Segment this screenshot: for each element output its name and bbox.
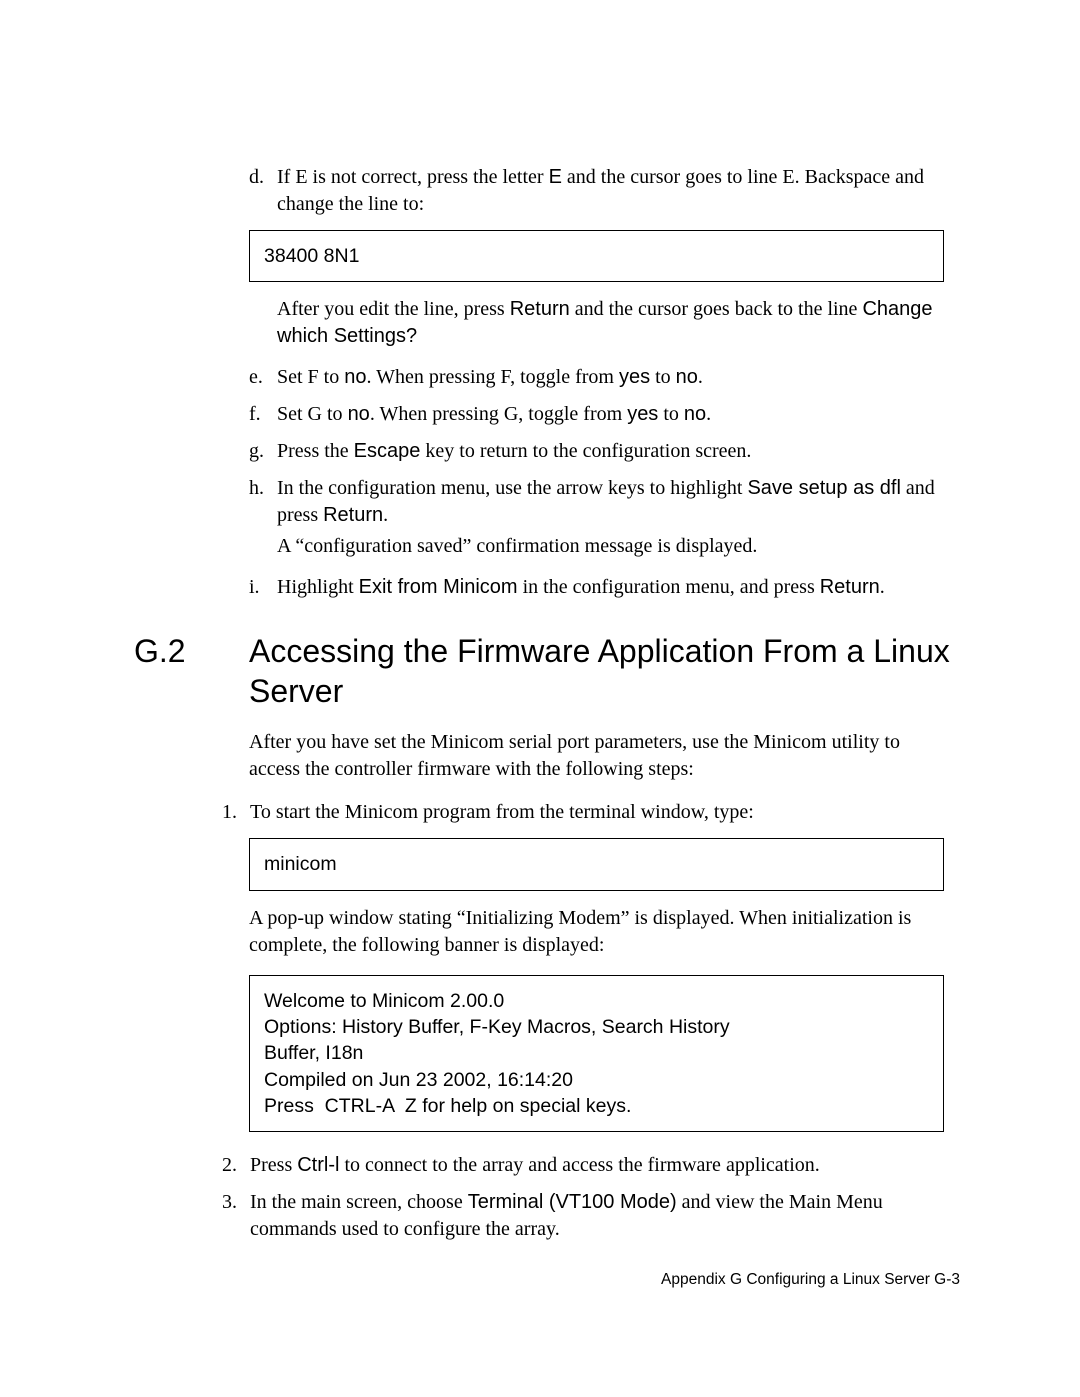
step-i-return: Return [820,576,880,598]
step-f-no2: no [684,403,706,425]
step-f-marker: f. [249,401,277,428]
num-2-ctrl: Ctrl-l [297,1154,339,1176]
step-e-marker: e. [249,364,277,391]
step-e-no1: no [344,366,366,388]
num-1-text: To start the Minicom program from the te… [250,799,944,826]
num-2-marker: 2. [222,1152,250,1179]
step-h-text: In the configuration menu, use the arrow… [277,475,944,529]
step-g-pre: Press the [277,440,354,462]
step-d-text: If E is not correct, press the letter E … [277,164,944,218]
step-i-text: Highlight Exit from Minicom in the confi… [277,574,944,601]
num-3-marker: 3. [222,1189,250,1216]
numbered-list: 1. To start the Minicom program from the… [222,799,944,1243]
step-g-marker: g. [249,438,277,465]
step-d: d. If E is not correct, press the letter… [249,164,944,218]
step-e: e. Set F to no. When pressing F, toggle … [249,364,944,391]
step-d-marker: d. [249,164,277,191]
after-edit-return: Return [510,298,570,320]
step-h-pre: In the configuration menu, use the arrow… [277,477,747,499]
page: d. If E is not correct, press the letter… [0,0,1080,1397]
after-edit-pre: After you edit the line, press [277,298,510,320]
section-body: After you have set the Minicom serial po… [249,729,944,783]
num-3: 3. In the main screen, choose Terminal (… [222,1189,944,1243]
step-i: i. Highlight Exit from Minicom in the co… [249,574,944,601]
step-f-yes: yes [627,403,658,425]
num-1-body: minicom A pop-up window stating “Initial… [249,838,944,1132]
num-2-pre: Press [250,1154,297,1176]
step-g-text: Press the Escape key to return to the co… [277,438,944,465]
step-d-block: d. If E is not correct, press the letter… [249,164,944,601]
step-e-no2: no [676,366,698,388]
step-e-end: . [698,366,703,388]
step-i-exit: Exit from Minicom [359,576,518,598]
step-e-yes: yes [619,366,650,388]
step-g-post: key to return to the configuration scree… [420,440,751,462]
step-i-marker: i. [249,574,277,601]
step-h-marker: h. [249,475,277,502]
section-title: Accessing the Firmware Application From … [249,631,954,711]
step-h-return: Return [323,504,383,526]
code-minicom: minicom [249,838,944,890]
num-3-text: In the main screen, choose Terminal (VT1… [250,1189,944,1243]
step-h-end: . [383,504,388,526]
num-2: 2. Press Ctrl-l to connect to the array … [222,1152,944,1179]
after-edit-line: After you edit the line, press Return an… [277,296,944,350]
step-f-mid: . When pressing G, toggle from [370,403,627,425]
section-heading: G.2 Accessing the Firmware Application F… [134,631,954,711]
step-i-mid: in the configuration menu, and press [518,576,820,598]
letter-E: E [549,166,562,188]
num-1: 1. To start the Minicom program from the… [222,799,944,826]
step-g-escape: Escape [354,440,421,462]
popup-para: A pop-up window stating “Initializing Mo… [249,905,944,959]
after-edit-mid: and the cursor goes back to the line [570,298,863,320]
page-content: d. If E is not correct, press the letter… [134,164,954,1253]
step-e-pre: Set F to [277,366,344,388]
num-3-term: Terminal (VT100 Mode) [468,1191,677,1213]
num-2-post: to connect to the array and access the f… [339,1154,819,1176]
step-f-to: to [658,403,684,425]
num-1-marker: 1. [222,799,250,826]
num-3-pre: In the main screen, choose [250,1191,468,1213]
step-i-end: . [880,576,885,598]
page-footer: Appendix G Configuring a Linux Server G-… [0,1271,960,1289]
section-intro: After you have set the Minicom serial po… [249,729,944,783]
step-f-text: Set G to no. When pressing G, toggle fro… [277,401,944,428]
section-number: G.2 [134,631,249,671]
step-g: g. Press the Escape key to return to the… [249,438,944,465]
step-e-mid: . When pressing F, toggle from [367,366,619,388]
step-d-pre: If E is not correct, press the letter [277,166,549,188]
code-banner: Welcome to Minicom 2.00.0 Options: Histo… [249,975,944,1133]
step-f-pre: Set G to [277,403,348,425]
code-38400: 38400 8N1 [249,230,944,282]
step-h: h. In the configuration menu, use the ar… [249,475,944,529]
step-h-confirm: A “configuration saved” confirmation mes… [277,533,944,560]
step-f-no1: no [348,403,370,425]
num-2-text: Press Ctrl-l to connect to the array and… [250,1152,944,1179]
step-h-save: Save setup as dfl [747,477,900,499]
step-i-pre: Highlight [277,576,359,598]
step-e-to: to [650,366,676,388]
step-f-end: . [706,403,711,425]
step-e-text: Set F to no. When pressing F, toggle fro… [277,364,944,391]
step-f: f. Set G to no. When pressing G, toggle … [249,401,944,428]
